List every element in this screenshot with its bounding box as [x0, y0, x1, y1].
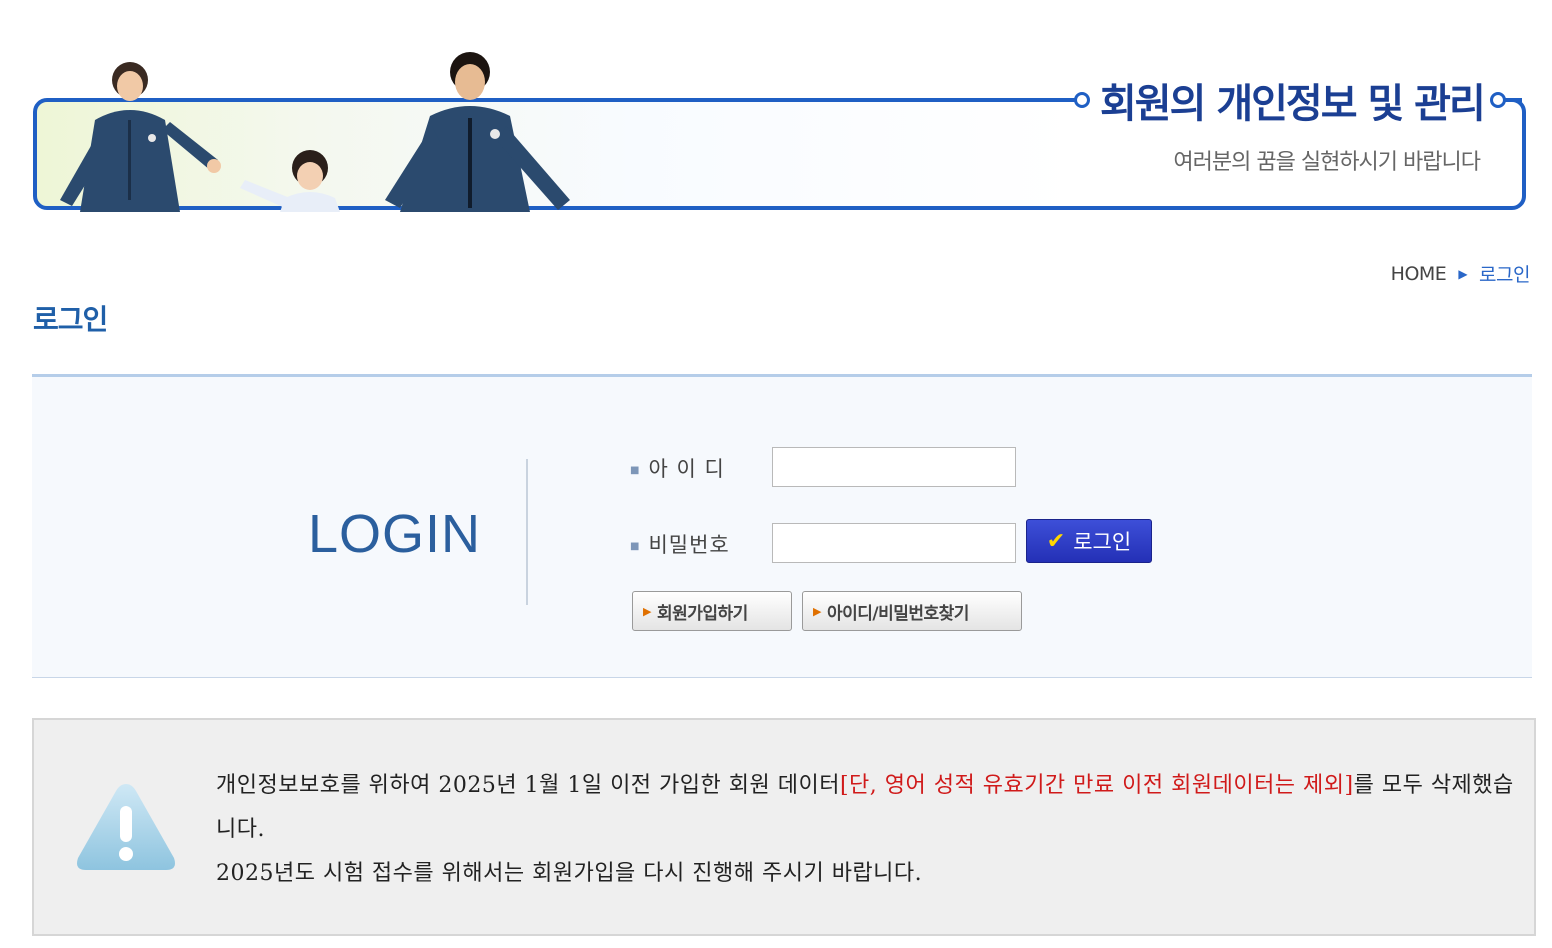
banner-ring-left-icon	[1074, 92, 1090, 108]
breadcrumb-arrow-icon: ▶	[1458, 266, 1468, 281]
password-label: ■ 비밀번호	[630, 533, 730, 557]
login-heading: LOGIN	[308, 504, 482, 564]
id-input[interactable]	[772, 447, 1016, 487]
banner-subtitle: 여러분의 꿈을 실현하시기 바랍니다	[1173, 150, 1481, 175]
breadcrumb-current: 로그인	[1479, 264, 1530, 286]
notice-highlight: [단, 영어 성적 유효기간 만료 이전 회원데이터는 제외]	[839, 773, 1354, 798]
notice-text: 개인정보보호를 위하여 2025년 1월 1일 이전 가입한 회원 데이터[단,…	[216, 773, 1514, 886]
signup-button[interactable]: ▶ 회원가입하기	[632, 591, 792, 631]
police-family-illustration	[60, 52, 570, 212]
checkmark-icon: ✔	[1046, 528, 1066, 554]
breadcrumb-home-link[interactable]: HOME	[1391, 263, 1447, 285]
signup-button-label: 회원가입하기	[656, 603, 748, 624]
notice-box: 개인정보보호를 위하여 2025년 1월 1일 이전 가입한 회원 데이터[단,…	[32, 718, 1536, 936]
breadcrumb: HOME ▶ 로그인	[1391, 260, 1531, 287]
banner-title: 회원의 개인정보 및 관리	[1100, 81, 1486, 127]
arrow-right-icon: ▶	[813, 604, 821, 618]
id-label: ■ 아 이 디	[630, 457, 725, 481]
login-button[interactable]: ✔ 로그인	[1026, 519, 1152, 563]
top-banner: 회원의 개인정보 및 관리 여러분의 꿈을 실현하시기 바랍니다	[0, 0, 1552, 230]
login-divider	[526, 459, 528, 605]
find-id-password-button-label: 아이디/비밀번호찾기	[826, 603, 969, 624]
find-id-password-button[interactable]: ▶ 아이디/비밀번호찾기	[802, 591, 1022, 631]
page-title: 로그인	[33, 303, 108, 336]
bullet-icon: ■	[630, 464, 641, 476]
login-button-label: 로그인	[1073, 530, 1132, 554]
password-input[interactable]	[772, 523, 1016, 563]
bullet-icon: ■	[630, 540, 641, 552]
warning-icon	[77, 784, 175, 870]
login-panel: LOGIN ■ 아 이 디 ■ 비밀번호 ✔ 로그인 ▶ 회원가입하기 ▶ 아이디/…	[32, 374, 1532, 678]
notice-line-2: 2025년도 시험 접수를 위해서는 회원가입을 다시 진행해 주시기 바랍니다…	[216, 861, 923, 886]
arrow-right-icon: ▶	[643, 604, 651, 618]
